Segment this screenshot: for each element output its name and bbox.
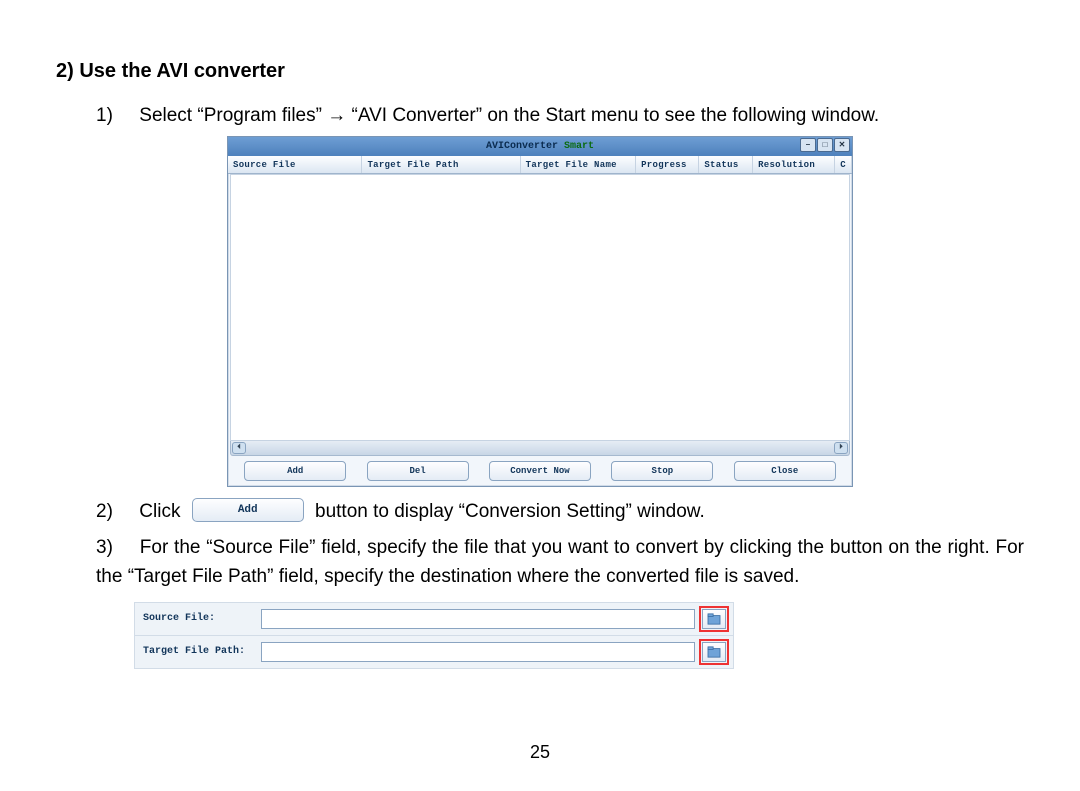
step-2-num: 2) [96,497,134,526]
close-button[interactable]: Close [734,461,836,481]
target-path-input[interactable] [261,642,695,662]
source-browse-highlight [699,606,729,632]
window-title-main: AVIConverter [486,141,558,152]
scroll-right-icon[interactable]: ⏵ [834,442,848,454]
page-number: 25 [0,742,1080,763]
step-3-text: For the “Source File” field, specify the… [96,537,1024,587]
target-path-row: Target File Path: [134,635,734,669]
target-browse-button[interactable] [702,642,726,662]
source-file-row: Source File: [134,602,734,635]
source-browse-button[interactable] [702,609,726,629]
source-file-input[interactable] [261,609,695,629]
col-target-name[interactable]: Target File Name [521,156,636,173]
window-title: AVIConverter Smart [486,141,594,152]
button-row: Add Del Convert Now Stop Close [228,456,852,486]
col-resolution[interactable]: Resolution [753,156,835,173]
inline-add-button[interactable]: Add [192,498,304,522]
column-headers: Source File Target File Path Target File… [228,156,852,174]
step-1-num: 1) [96,101,134,130]
del-button[interactable]: Del [367,461,469,481]
open-file-icon [707,613,721,625]
step-1: 1) Select “Program files” → “AVI Convert… [56,101,1024,130]
section-heading: 2) Use the AVI converter [56,60,1024,83]
col-source-file[interactable]: Source File [228,156,362,173]
open-folder-icon [707,646,721,658]
horizontal-scrollbar[interactable]: ⏴ ⏵ [230,441,850,456]
col-target-path[interactable]: Target File Path [362,156,520,173]
step-2-text-b: button to display “Conversion Setting” w… [315,501,705,522]
target-browse-highlight [699,639,729,665]
window-title-suffix: Smart [558,141,594,152]
minimize-icon[interactable]: – [800,138,816,152]
step-2-text-a: Click [139,501,180,522]
step-2: 2) Click Add button to display “Conversi… [56,497,1024,526]
col-progress[interactable]: Progress [636,156,699,173]
col-status[interactable]: Status [699,156,753,173]
close-icon[interactable]: ✕ [834,138,850,152]
conversion-fields-fragment: Source File: Target File Path: [134,602,734,669]
scroll-left-icon[interactable]: ⏴ [232,442,246,454]
avi-converter-window: AVIConverter Smart – □ ✕ Source File Tar… [227,136,853,487]
step-3: 3) For the “Source File” field, specify … [56,533,1024,592]
convert-now-button[interactable]: Convert Now [489,461,591,481]
col-extra[interactable]: C [835,156,852,173]
step-3-num: 3) [96,533,134,562]
add-button[interactable]: Add [244,461,346,481]
target-path-label: Target File Path: [135,646,261,657]
step-1-text: Select “Program files” → “AVI Converter”… [139,105,879,126]
source-file-label: Source File: [135,613,261,624]
maximize-icon[interactable]: □ [817,138,833,152]
stop-button[interactable]: Stop [611,461,713,481]
file-list-area[interactable] [230,174,850,441]
titlebar[interactable]: AVIConverter Smart – □ ✕ [228,137,852,156]
